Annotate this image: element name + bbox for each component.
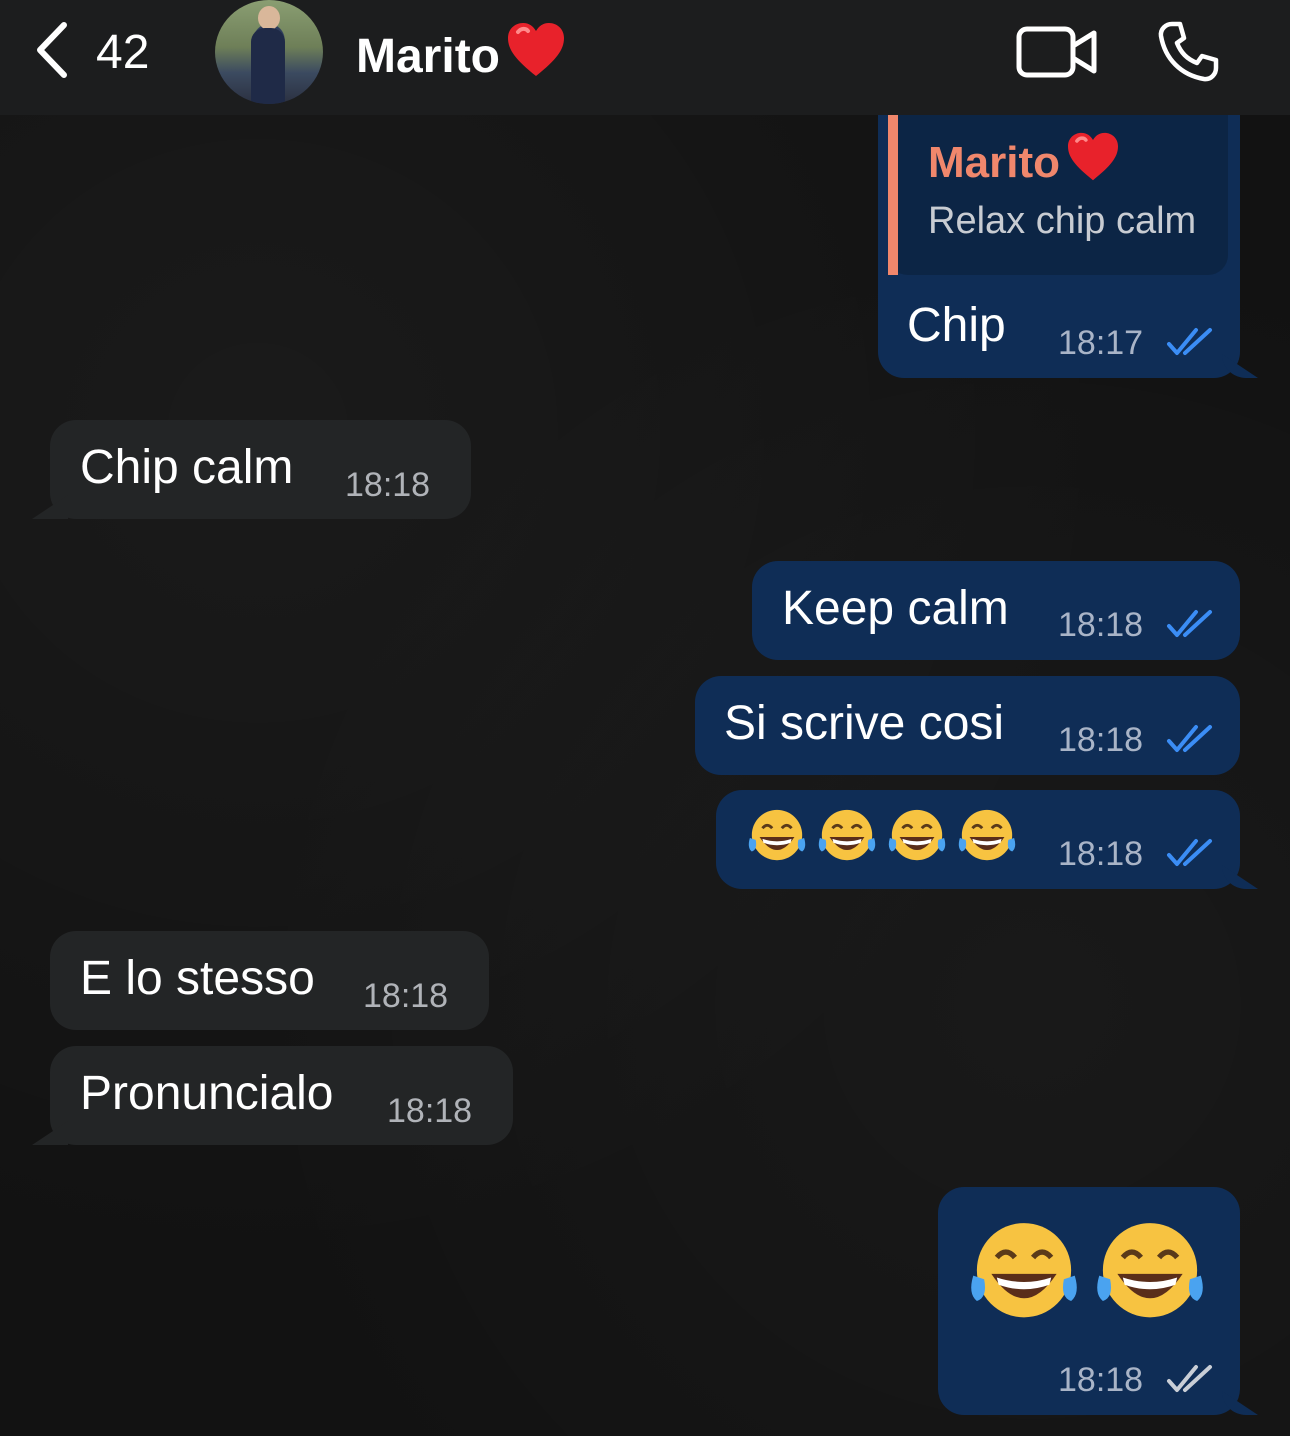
message-text: Si scrive cosi xyxy=(724,697,1005,750)
heart-emoji xyxy=(1066,132,1120,193)
tears-of-joy-emoji xyxy=(1097,1223,1203,1318)
message-text: Chip calm xyxy=(80,441,294,494)
heart-emoji xyxy=(506,22,566,90)
double-check-icon xyxy=(1167,1365,1212,1392)
video-camera-icon xyxy=(1016,26,1098,84)
back-button[interactable]: 42 xyxy=(34,20,149,84)
quoted-reply[interactable]: Marito Relax chip calm xyxy=(888,110,1228,275)
contact-name[interactable]: Marito xyxy=(356,22,566,90)
tears-of-joy-emoji xyxy=(888,809,946,861)
message-time: 18:18 xyxy=(1058,606,1144,644)
tears-of-joy-emoji xyxy=(748,809,806,861)
tears-of-joy-emoji xyxy=(971,1223,1077,1318)
message-time: 18:18 xyxy=(387,1092,473,1130)
message-text: Chip xyxy=(907,299,1006,352)
unread-count: 42 xyxy=(96,25,150,79)
phone-icon xyxy=(1156,21,1220,88)
reply-accent-bar xyxy=(888,110,898,275)
chat-header: 42 Marito xyxy=(0,0,1290,115)
avatar[interactable] xyxy=(215,0,323,104)
avatar-body xyxy=(251,28,285,104)
message-time: 18:18 xyxy=(1058,721,1144,759)
avatar-head xyxy=(258,6,280,30)
double-check-icon xyxy=(1167,839,1212,866)
chevron-left-icon xyxy=(34,21,70,84)
voice-call-button[interactable] xyxy=(1156,20,1220,89)
double-check-icon xyxy=(1167,610,1212,637)
reply-author: Marito xyxy=(928,132,1120,193)
double-check-icon xyxy=(1167,725,1212,752)
message-time: 18:18 xyxy=(345,466,431,504)
tears-of-joy-emoji xyxy=(818,809,876,861)
message-text: E lo stesso xyxy=(80,952,315,1005)
emoji-row xyxy=(746,805,1026,867)
message-time: 18:18 xyxy=(1058,1361,1144,1399)
message-time: 18:18 xyxy=(363,977,449,1015)
message-time: 18:17 xyxy=(1058,324,1144,362)
message-text: Keep calm xyxy=(782,582,1009,635)
double-check-icon xyxy=(1167,328,1212,355)
message-time: 18:18 xyxy=(1058,835,1144,873)
video-call-button[interactable] xyxy=(1016,24,1098,85)
message-text: Pronuncialo xyxy=(80,1067,334,1120)
tears-of-joy-emoji xyxy=(958,809,1016,861)
contact-name-text: Marito xyxy=(356,29,500,83)
reply-text: Relax chip calm xyxy=(928,200,1197,242)
emoji-row xyxy=(966,1214,1216,1332)
